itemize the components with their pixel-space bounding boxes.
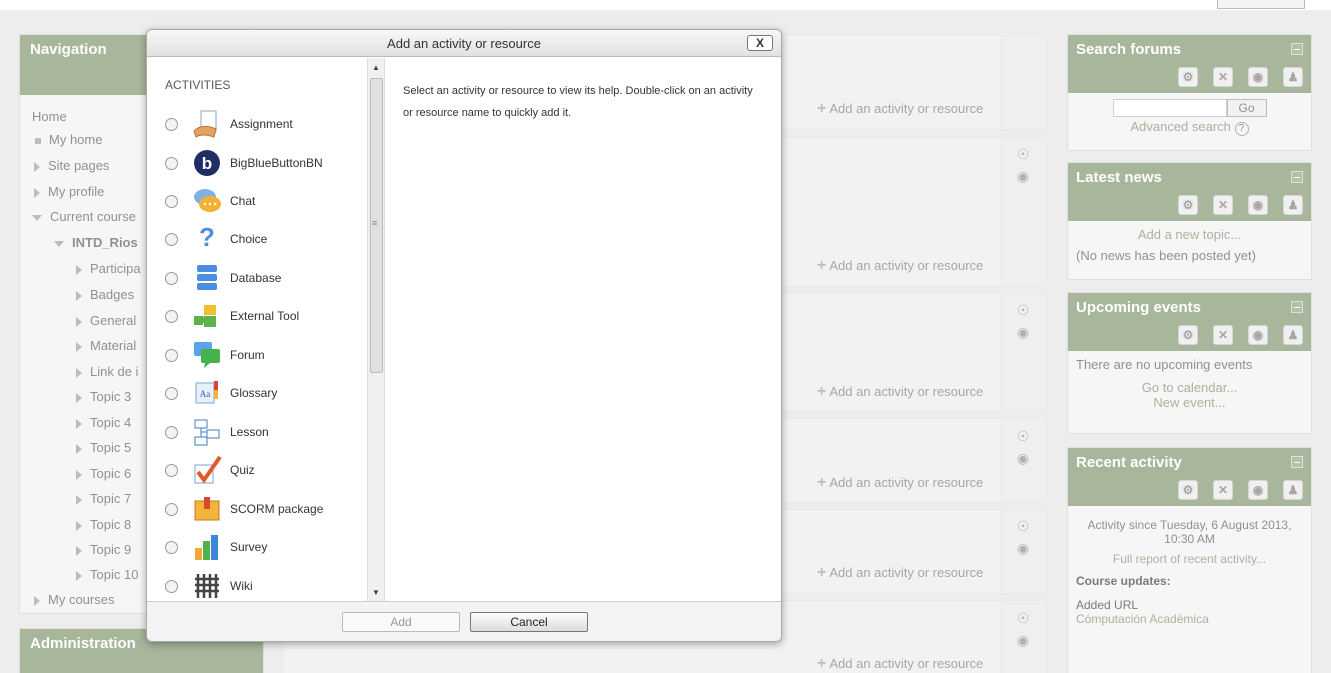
top-button-stub[interactable] — [1217, 0, 1305, 9]
activity-option[interactable]: Database — [165, 259, 281, 297]
bigbluebutton-icon: b — [192, 148, 222, 178]
activity-option[interactable]: Wiki — [165, 567, 253, 605]
activity-label: Forum — [230, 348, 265, 362]
activity-option[interactable]: Assignment — [165, 105, 293, 143]
radio-button[interactable] — [165, 540, 178, 554]
activity-label: SCORM package — [230, 502, 324, 516]
activity-option[interactable]: Quiz — [165, 451, 255, 489]
scroll-down-icon[interactable]: ▼ — [372, 588, 380, 597]
dialog-footer: Add Cancel — [147, 601, 781, 641]
top-bar — [0, 0, 1331, 10]
activity-label: Quiz — [230, 463, 255, 477]
activity-label: Choice — [230, 232, 268, 246]
activity-option[interactable]: b BigBlueButtonBN — [165, 144, 323, 182]
activity-label: Survey — [230, 540, 268, 554]
dialog-header: Add an activity or resource X — [147, 30, 781, 57]
radio-button[interactable] — [165, 271, 178, 285]
activity-label: BigBlueButtonBN — [230, 156, 323, 170]
radio-button[interactable] — [165, 309, 178, 323]
activity-label: Database — [230, 271, 282, 285]
activity-label: External Tool — [230, 309, 300, 323]
activity-option[interactable]: ? Choice — [165, 220, 267, 258]
scroll-up-icon[interactable]: ▲ — [372, 63, 380, 72]
radio-button[interactable] — [165, 117, 178, 131]
radio-button[interactable] — [165, 502, 178, 516]
grip-icon: ≡ — [372, 218, 378, 228]
activity-label: Wiki — [230, 579, 253, 593]
activity-list-scrollbar[interactable]: ▲ ≡ ▼ — [367, 58, 385, 601]
radio-button[interactable] — [165, 194, 178, 208]
svg-text:Aa: Aa — [200, 389, 211, 399]
database-icon — [192, 263, 222, 293]
choice-icon: ? — [192, 222, 222, 254]
activity-option[interactable]: Forum — [165, 336, 265, 374]
activity-label: Chat — [230, 194, 256, 208]
radio-button[interactable] — [165, 425, 178, 439]
help-panel: Select an activity or resource to view i… — [403, 85, 753, 119]
chat-icon — [192, 186, 222, 216]
quiz-icon — [192, 455, 222, 485]
activity-list: ACTIVITIES Assignment b BigBlueButtonBN … — [147, 58, 367, 601]
activity-option[interactable]: Survey — [165, 528, 267, 566]
category-heading: ACTIVITIES — [165, 78, 231, 92]
cancel-button[interactable]: Cancel — [470, 612, 588, 632]
radio-button[interactable] — [165, 156, 178, 170]
activity-option[interactable]: Chat — [165, 182, 255, 220]
add-activity-dialog: Add an activity or resource X ACTIVITIES… — [146, 29, 782, 642]
radio-button[interactable] — [165, 348, 178, 362]
activity-option[interactable]: External Tool — [165, 297, 299, 335]
activity-label: Lesson — [230, 425, 269, 439]
scorm-icon — [192, 494, 222, 524]
activity-label: Assignment — [230, 117, 293, 131]
lesson-icon — [192, 417, 222, 447]
assignment-icon — [192, 109, 222, 139]
add-button[interactable]: Add — [342, 612, 460, 632]
svg-text:b: b — [202, 154, 212, 173]
svg-text:?: ? — [199, 224, 215, 252]
activity-option[interactable]: SCORM package — [165, 490, 323, 528]
radio-button[interactable] — [165, 232, 178, 246]
wiki-icon — [192, 571, 222, 601]
glossary-icon: Aa — [192, 378, 222, 408]
activity-label: Glossary — [230, 386, 278, 400]
radio-button[interactable] — [165, 579, 178, 593]
external-tool-icon — [192, 301, 222, 331]
radio-button[interactable] — [165, 386, 178, 400]
dialog-title: Add an activity or resource — [387, 36, 541, 51]
activity-option[interactable]: Lesson — [165, 413, 269, 451]
close-button[interactable]: X — [747, 35, 773, 51]
survey-icon — [192, 532, 222, 562]
radio-button[interactable] — [165, 463, 178, 477]
forum-icon — [192, 340, 222, 370]
activity-option[interactable]: Aa Glossary — [165, 374, 277, 412]
